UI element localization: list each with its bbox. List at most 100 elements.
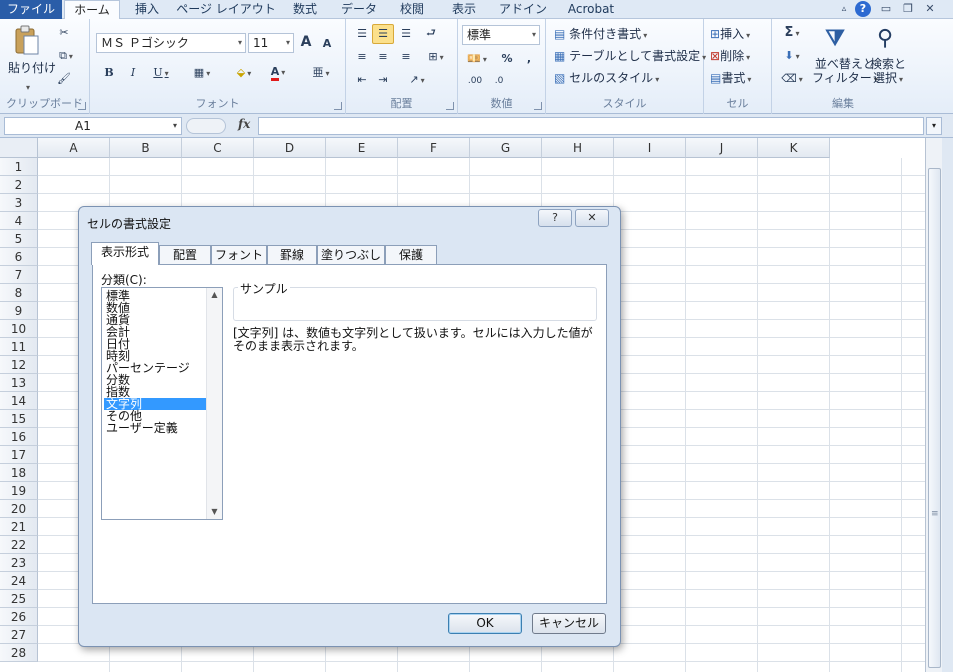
tab-home[interactable]: ホーム [64, 0, 120, 20]
merge-center-icon[interactable]: ⊞ ▾ [422, 49, 450, 66]
delete-cells-button[interactable]: ⊠削除 ▾ [710, 47, 750, 67]
sort-filter-icon[interactable]: ⧩ [820, 25, 850, 53]
increase-indent-icon[interactable]: ⇥ [375, 72, 391, 88]
cut-icon[interactable]: ✂ [56, 25, 72, 41]
align-right-icon[interactable]: ≡ [398, 49, 414, 65]
comma-icon[interactable]: , [522, 51, 536, 67]
font-launcher-icon[interactable] [334, 102, 342, 110]
row-header[interactable]: 8 [0, 284, 38, 302]
column-header[interactable]: D [254, 138, 326, 158]
copy-icon[interactable]: ⧉ ▾ [56, 48, 76, 65]
column-header[interactable]: B [110, 138, 182, 158]
number-launcher-icon[interactable] [534, 102, 542, 110]
row-header[interactable]: 2 [0, 176, 38, 194]
font-size-select[interactable]: 11 ▾ [248, 33, 294, 53]
scroll-up-icon[interactable]: ▲ [207, 288, 222, 302]
tab-alignment[interactable]: 配置 [159, 245, 211, 264]
row-header[interactable]: 14 [0, 392, 38, 410]
find-select-icon[interactable]: ⚲ [870, 25, 900, 53]
font-color-icon[interactable]: A ▾ [264, 64, 292, 81]
row-header[interactable]: 1 [0, 158, 38, 176]
row-header[interactable]: 26 [0, 608, 38, 626]
tab-acrobat[interactable]: Acrobat [560, 0, 622, 19]
tab-number[interactable]: 表示形式 [91, 242, 159, 265]
paste-button[interactable]: 貼り付け ▾ [8, 59, 56, 97]
row-header[interactable]: 21 [0, 518, 38, 536]
paste-icon[interactable] [12, 25, 42, 57]
bold-icon[interactable]: B [102, 65, 116, 81]
row-header[interactable]: 25 [0, 590, 38, 608]
formula-bar-splitter[interactable] [186, 118, 226, 134]
row-header[interactable]: 23 [0, 554, 38, 572]
row-header[interactable]: 19 [0, 482, 38, 500]
number-format-select[interactable]: 標準 ▾ [462, 25, 540, 45]
borders-icon[interactable]: ▦ ▾ [188, 65, 216, 82]
category-list-scrollbar[interactable]: ▲ ▼ [206, 288, 222, 519]
alignment-launcher-icon[interactable] [446, 102, 454, 110]
grow-font-icon[interactable]: A [298, 34, 314, 50]
row-header[interactable]: 10 [0, 320, 38, 338]
decrease-decimal-icon[interactable]: .0 [488, 73, 510, 89]
wrap-text-icon[interactable]: ⮐ [422, 25, 440, 41]
conditional-formatting-button[interactable]: ▤ 条件付き書式 ▾ [554, 25, 647, 45]
column-header[interactable]: C [182, 138, 254, 158]
tab-formulas[interactable]: 数式 [284, 0, 326, 19]
autosum-icon[interactable]: Σ ▾ [780, 25, 804, 42]
clipboard-launcher-icon[interactable] [78, 102, 86, 110]
dialog-close-button[interactable]: ✕ [575, 209, 609, 227]
insert-function-icon[interactable]: fx [238, 117, 250, 131]
close-icon[interactable]: ✕ [922, 1, 938, 17]
row-header[interactable]: 3 [0, 194, 38, 212]
name-box[interactable]: A1 ▾ [4, 117, 182, 135]
row-header[interactable]: 13 [0, 374, 38, 392]
insert-cells-button[interactable]: ⊞挿入 ▾ [710, 25, 750, 45]
ok-button[interactable]: OK [448, 613, 522, 634]
column-header[interactable]: H [542, 138, 614, 158]
align-left-icon[interactable]: ≡ [354, 49, 370, 65]
tab-border[interactable]: 罫線 [267, 245, 317, 264]
vertical-scroll-thumb[interactable]: ≡ [928, 168, 941, 668]
align-bottom-icon[interactable]: ☰ [398, 26, 414, 42]
row-header[interactable]: 6 [0, 248, 38, 266]
format-cells-button[interactable]: ▤書式 ▾ [710, 69, 751, 89]
decrease-indent-icon[interactable]: ⇤ [354, 72, 370, 88]
align-center-icon[interactable]: ≡ [375, 49, 391, 65]
column-header[interactable]: F [398, 138, 470, 158]
dialog-help-button[interactable]: ? [538, 209, 572, 227]
row-header[interactable]: 18 [0, 464, 38, 482]
row-header[interactable]: 20 [0, 500, 38, 518]
row-header[interactable]: 4 [0, 212, 38, 230]
currency-icon[interactable]: 💴 ▾ [464, 51, 490, 68]
column-header[interactable]: K [758, 138, 830, 158]
select-all-corner[interactable] [0, 138, 38, 158]
category-list[interactable]: 標準 数値 通貨 会計 日付 時刻 パーセンテージ 分数 指数 文字列 その他 ユーザー定義 ▲ ▼ [101, 287, 223, 520]
find-select-button[interactable]: 検索と 選択 ▾ [870, 57, 906, 87]
tab-fill[interactable]: 塗りつぶし [317, 245, 385, 264]
align-top-icon[interactable]: ☰ [354, 26, 370, 42]
underline-icon[interactable]: U ▾ [148, 65, 174, 82]
tab-page-layout[interactable]: ページ レイアウト [176, 0, 276, 19]
vertical-scrollbar[interactable]: ≡ [925, 138, 942, 672]
shrink-font-icon[interactable]: A [320, 36, 334, 52]
fill-color-icon[interactable]: ⬙ ▾ [230, 65, 258, 82]
font-name-select[interactable]: ＭＳ Ｐゴシック ▾ [96, 33, 246, 53]
tab-view[interactable]: 表示 [442, 0, 486, 19]
row-header[interactable]: 12 [0, 356, 38, 374]
column-header[interactable]: E [326, 138, 398, 158]
scroll-down-icon[interactable]: ▼ [207, 505, 222, 519]
percent-icon[interactable]: % [500, 51, 514, 67]
row-header[interactable]: 28 [0, 644, 38, 662]
row-header[interactable]: 9 [0, 302, 38, 320]
cell-styles-button[interactable]: ▧ セルのスタイル ▾ [554, 69, 659, 89]
category-item[interactable]: ユーザー定義 [104, 422, 206, 434]
row-header[interactable]: 7 [0, 266, 38, 284]
italic-icon[interactable]: I [126, 65, 140, 81]
row-header[interactable]: 27 [0, 626, 38, 644]
tab-data[interactable]: データ [334, 0, 384, 19]
row-header[interactable]: 24 [0, 572, 38, 590]
align-middle-icon[interactable]: ☰ [375, 26, 391, 42]
row-header[interactable]: 15 [0, 410, 38, 428]
increase-decimal-icon[interactable]: .00 [464, 73, 486, 89]
tab-review[interactable]: 校閲 [390, 0, 434, 19]
expand-formula-bar-icon[interactable]: ▾ [926, 117, 942, 135]
